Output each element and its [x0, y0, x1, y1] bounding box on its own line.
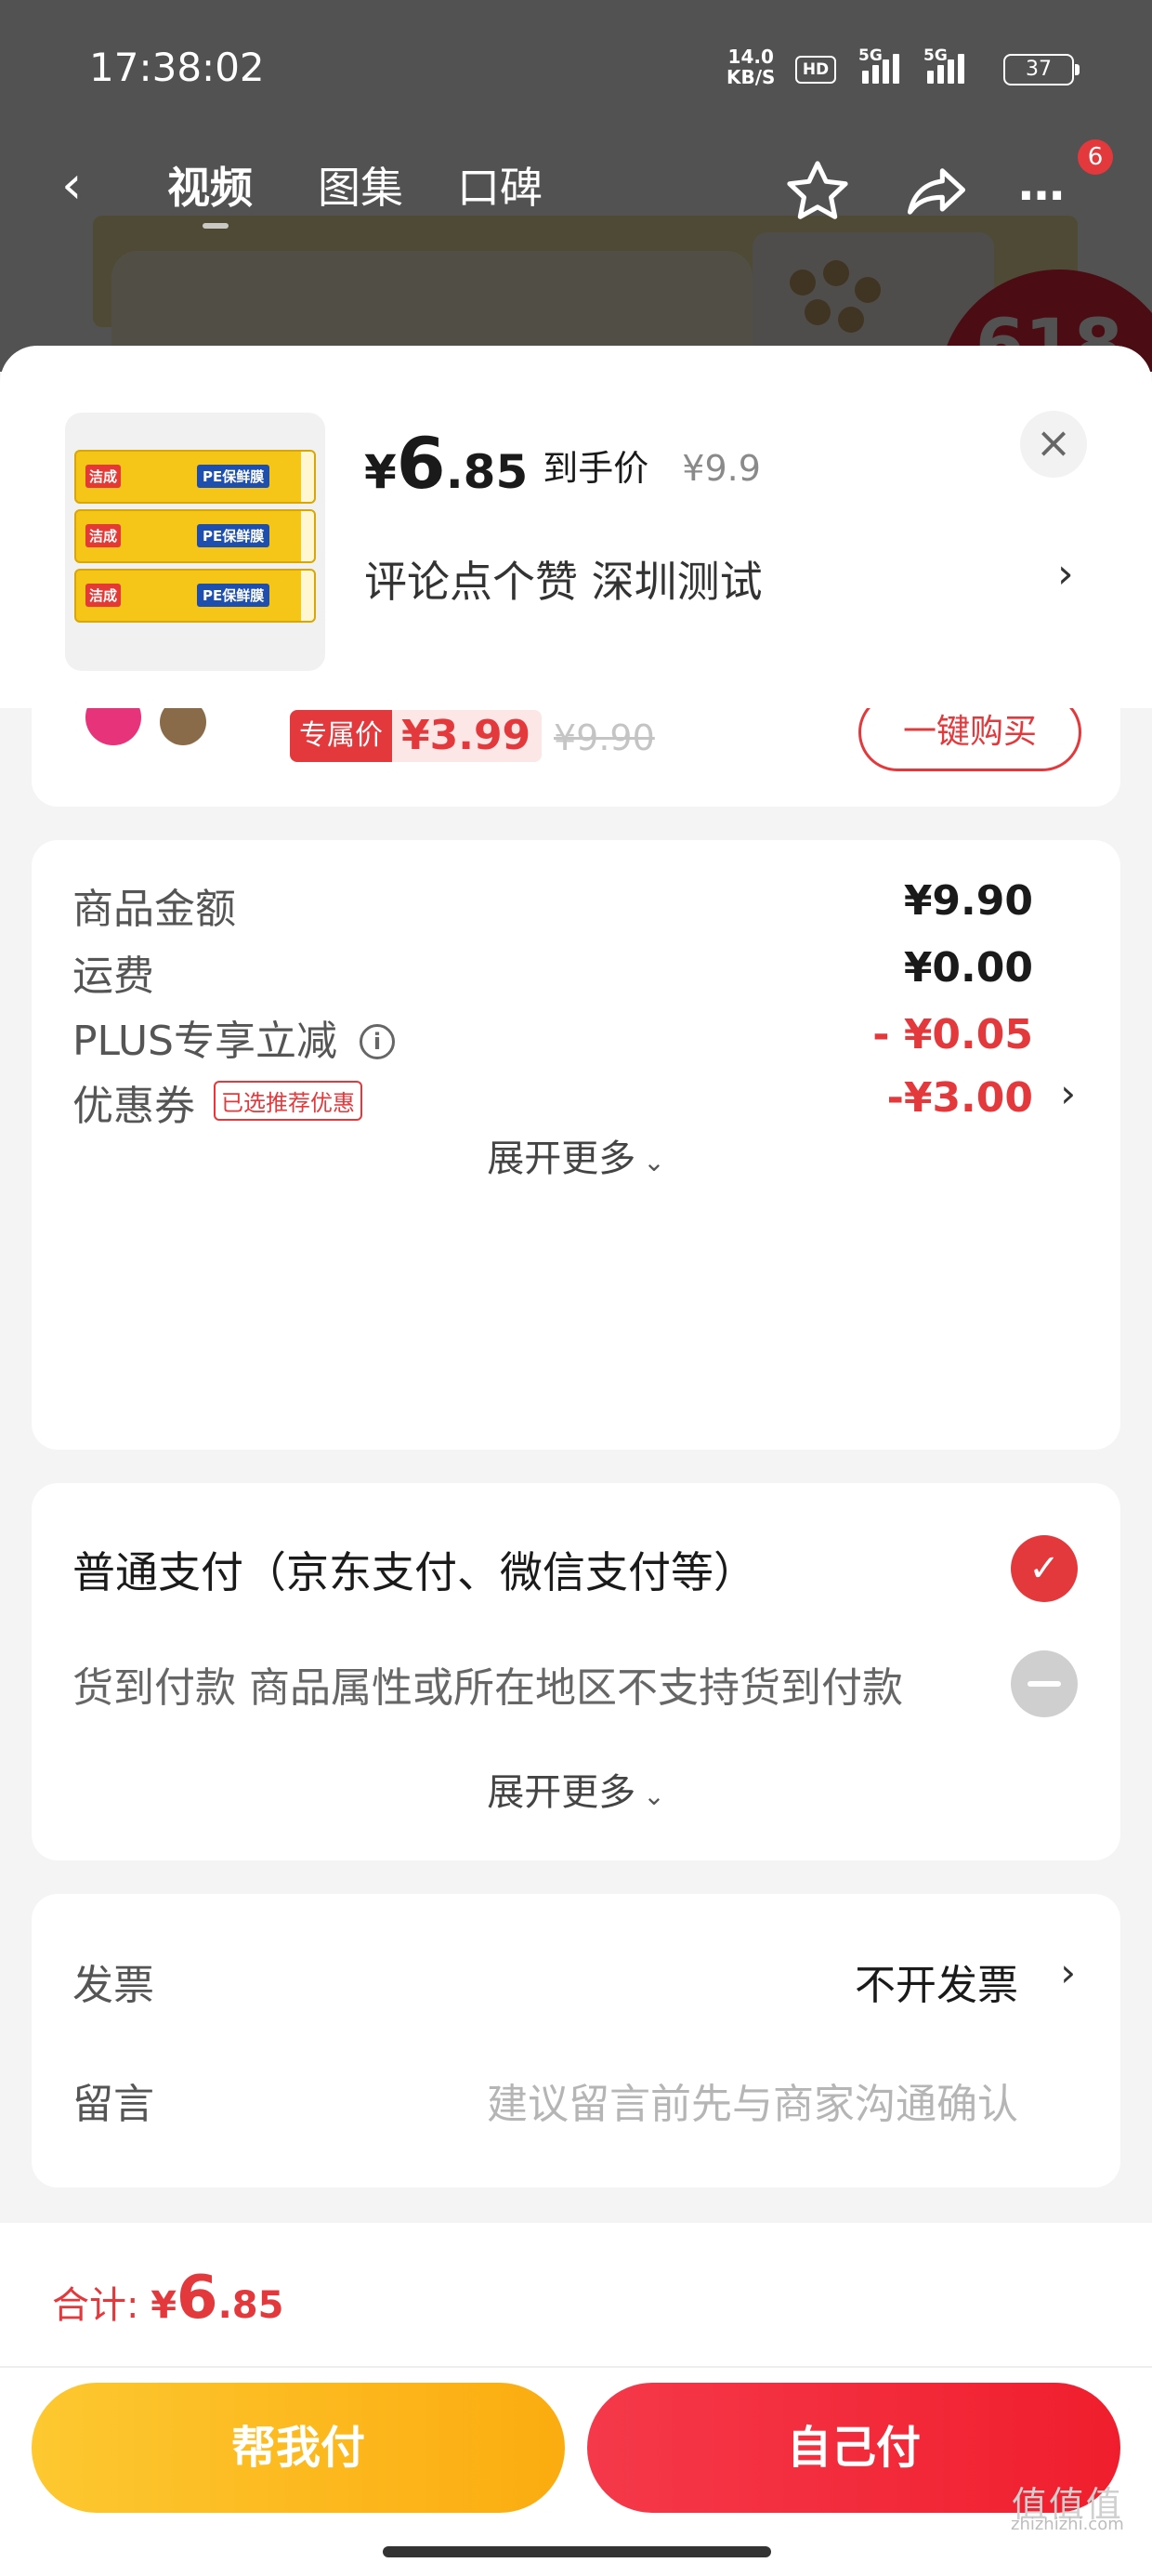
share-icon[interactable]: [901, 156, 972, 227]
product-thumbnail[interactable]: 洁成 PE保鲜膜 洁成 PE保鲜膜 洁成 PE保鲜膜: [65, 413, 325, 671]
order-total: 合计: ¥6.85: [52, 2264, 284, 2333]
shipping-value: ¥0.00: [903, 944, 1033, 992]
help-me-pay-button[interactable]: 帮我付: [32, 2383, 565, 2513]
coupon-value[interactable]: -¥3.00: [887, 1074, 1033, 1122]
subtotal-value: ¥9.90: [903, 877, 1033, 925]
expand-more-prices[interactable]: 展开更多 ⌄: [32, 1128, 1120, 1182]
hd-icon: HD: [795, 56, 836, 84]
payment-option-cod: 货到付款 商品属性或所在地区不支持货到付款: [72, 1664, 903, 1712]
final-price-row: ¥6.85 到手价 ¥9.9: [364, 422, 761, 506]
home-indicator[interactable]: [383, 2546, 771, 2557]
chevron-right-icon[interactable]: ›: [1057, 550, 1074, 598]
chevron-down-icon: ⌄: [643, 1781, 665, 1811]
invoice-label: 发票: [72, 1962, 154, 2009]
plus-discount-value: - ¥0.05: [872, 1011, 1033, 1058]
message-label: 留言: [72, 2081, 154, 2128]
shipping-label: 运费: [72, 953, 154, 1000]
sheet-header: 洁成 PE保鲜膜 洁成 PE保鲜膜 洁成 PE保鲜膜 ¥6.85 到手价 ¥9.9 × 评…: [0, 346, 1152, 708]
minus-icon: [1011, 1650, 1078, 1717]
chevron-right-icon[interactable]: ›: [1060, 1950, 1076, 1995]
close-icon[interactable]: ×: [1020, 411, 1087, 478]
final-price: ¥6.85: [364, 422, 529, 505]
tab-video[interactable]: 视频: [167, 160, 253, 229]
invoice-value[interactable]: 不开发票: [855, 1952, 1018, 2011]
star-icon[interactable]: [782, 156, 853, 227]
subtotal-label: 商品金额: [72, 886, 236, 933]
signal-icon: 5G: [858, 46, 923, 87]
message-input[interactable]: 建议留言前先与商家沟通确认: [487, 2070, 1018, 2130]
product-top-nav: ‹ 视频 图集 口碑 … 6: [0, 139, 1152, 242]
product-roll: 洁成 PE保鲜膜: [74, 509, 316, 563]
exclusive-price-badge: 专属价 ¥3.99: [290, 710, 543, 764]
tab-gallery[interactable]: 图集: [318, 160, 403, 216]
original-price: ¥9.9: [682, 448, 761, 489]
tab-reviews[interactable]: 口碑: [457, 160, 543, 216]
battery-icon: 37: [1003, 54, 1080, 85]
plus-discount-row: PLUS专享立减 i: [72, 1007, 395, 1067]
signal-icon-2: 5G: [923, 46, 988, 87]
final-price-tag: 到手价: [543, 448, 649, 489]
chevron-right-icon[interactable]: ›: [1060, 1071, 1076, 1116]
product-roll: 洁成 PE保鲜膜: [74, 569, 316, 623]
network-speed: 14.0 KB/S: [727, 46, 776, 88]
exclusive-price-value: ¥3.99: [392, 710, 543, 762]
product-spec-note[interactable]: 评论点个赞 深圳测试: [364, 548, 763, 610]
coupon-row[interactable]: 优惠券 已选推荐优惠: [72, 1072, 362, 1132]
plus-discount-label: PLUS专享立减: [72, 1018, 337, 1065]
more-icon[interactable]: …: [1018, 156, 1089, 227]
expand-more-payment[interactable]: 展开更多 ⌄: [32, 1762, 1120, 1816]
divider: [0, 2366, 1152, 2368]
coupon-recommended-badge: 已选推荐优惠: [214, 1081, 362, 1121]
product-roll: 洁成 PE保鲜膜: [74, 450, 316, 504]
info-icon[interactable]: i: [360, 1024, 395, 1059]
watermark: 值值值 zhizhizhi.com: [1011, 2484, 1124, 2534]
payment-method-card: 普通支付（京东支付、微信支付等） ✓ 货到付款 商品属性或所在地区不支持货到付款…: [32, 1483, 1120, 1860]
price-breakdown-card: 商品金额 ¥9.90 运费 ¥0.00 PLUS专享立减 i - ¥0.05 优惠…: [32, 840, 1120, 1450]
exclusive-original-price: ¥9.90: [554, 717, 655, 758]
invoice-message-card: 发票 不开发票 › 留言 建议留言前先与商家沟通确认: [32, 1894, 1120, 2188]
chevron-down-icon: ⌄: [643, 1147, 665, 1177]
checkout-bottom-bar: 合计: ¥6.85 帮我付 自己付 值值值 zhizhizhi.com: [0, 2223, 1152, 2576]
clock: 17:38:02: [89, 45, 265, 90]
exclusive-price-label: 专属价: [290, 710, 392, 762]
coupon-label: 优惠券: [72, 1083, 195, 1130]
payment-option-normal[interactable]: 普通支付（京东支付、微信支付等）: [72, 1539, 756, 1600]
message-count-badge: 6: [1078, 139, 1113, 175]
status-bar: 17:38:02 14.0 KB/S HD 5G 5G 37: [0, 0, 1152, 139]
back-icon[interactable]: ‹: [61, 158, 82, 214]
check-icon[interactable]: ✓: [1011, 1535, 1078, 1602]
